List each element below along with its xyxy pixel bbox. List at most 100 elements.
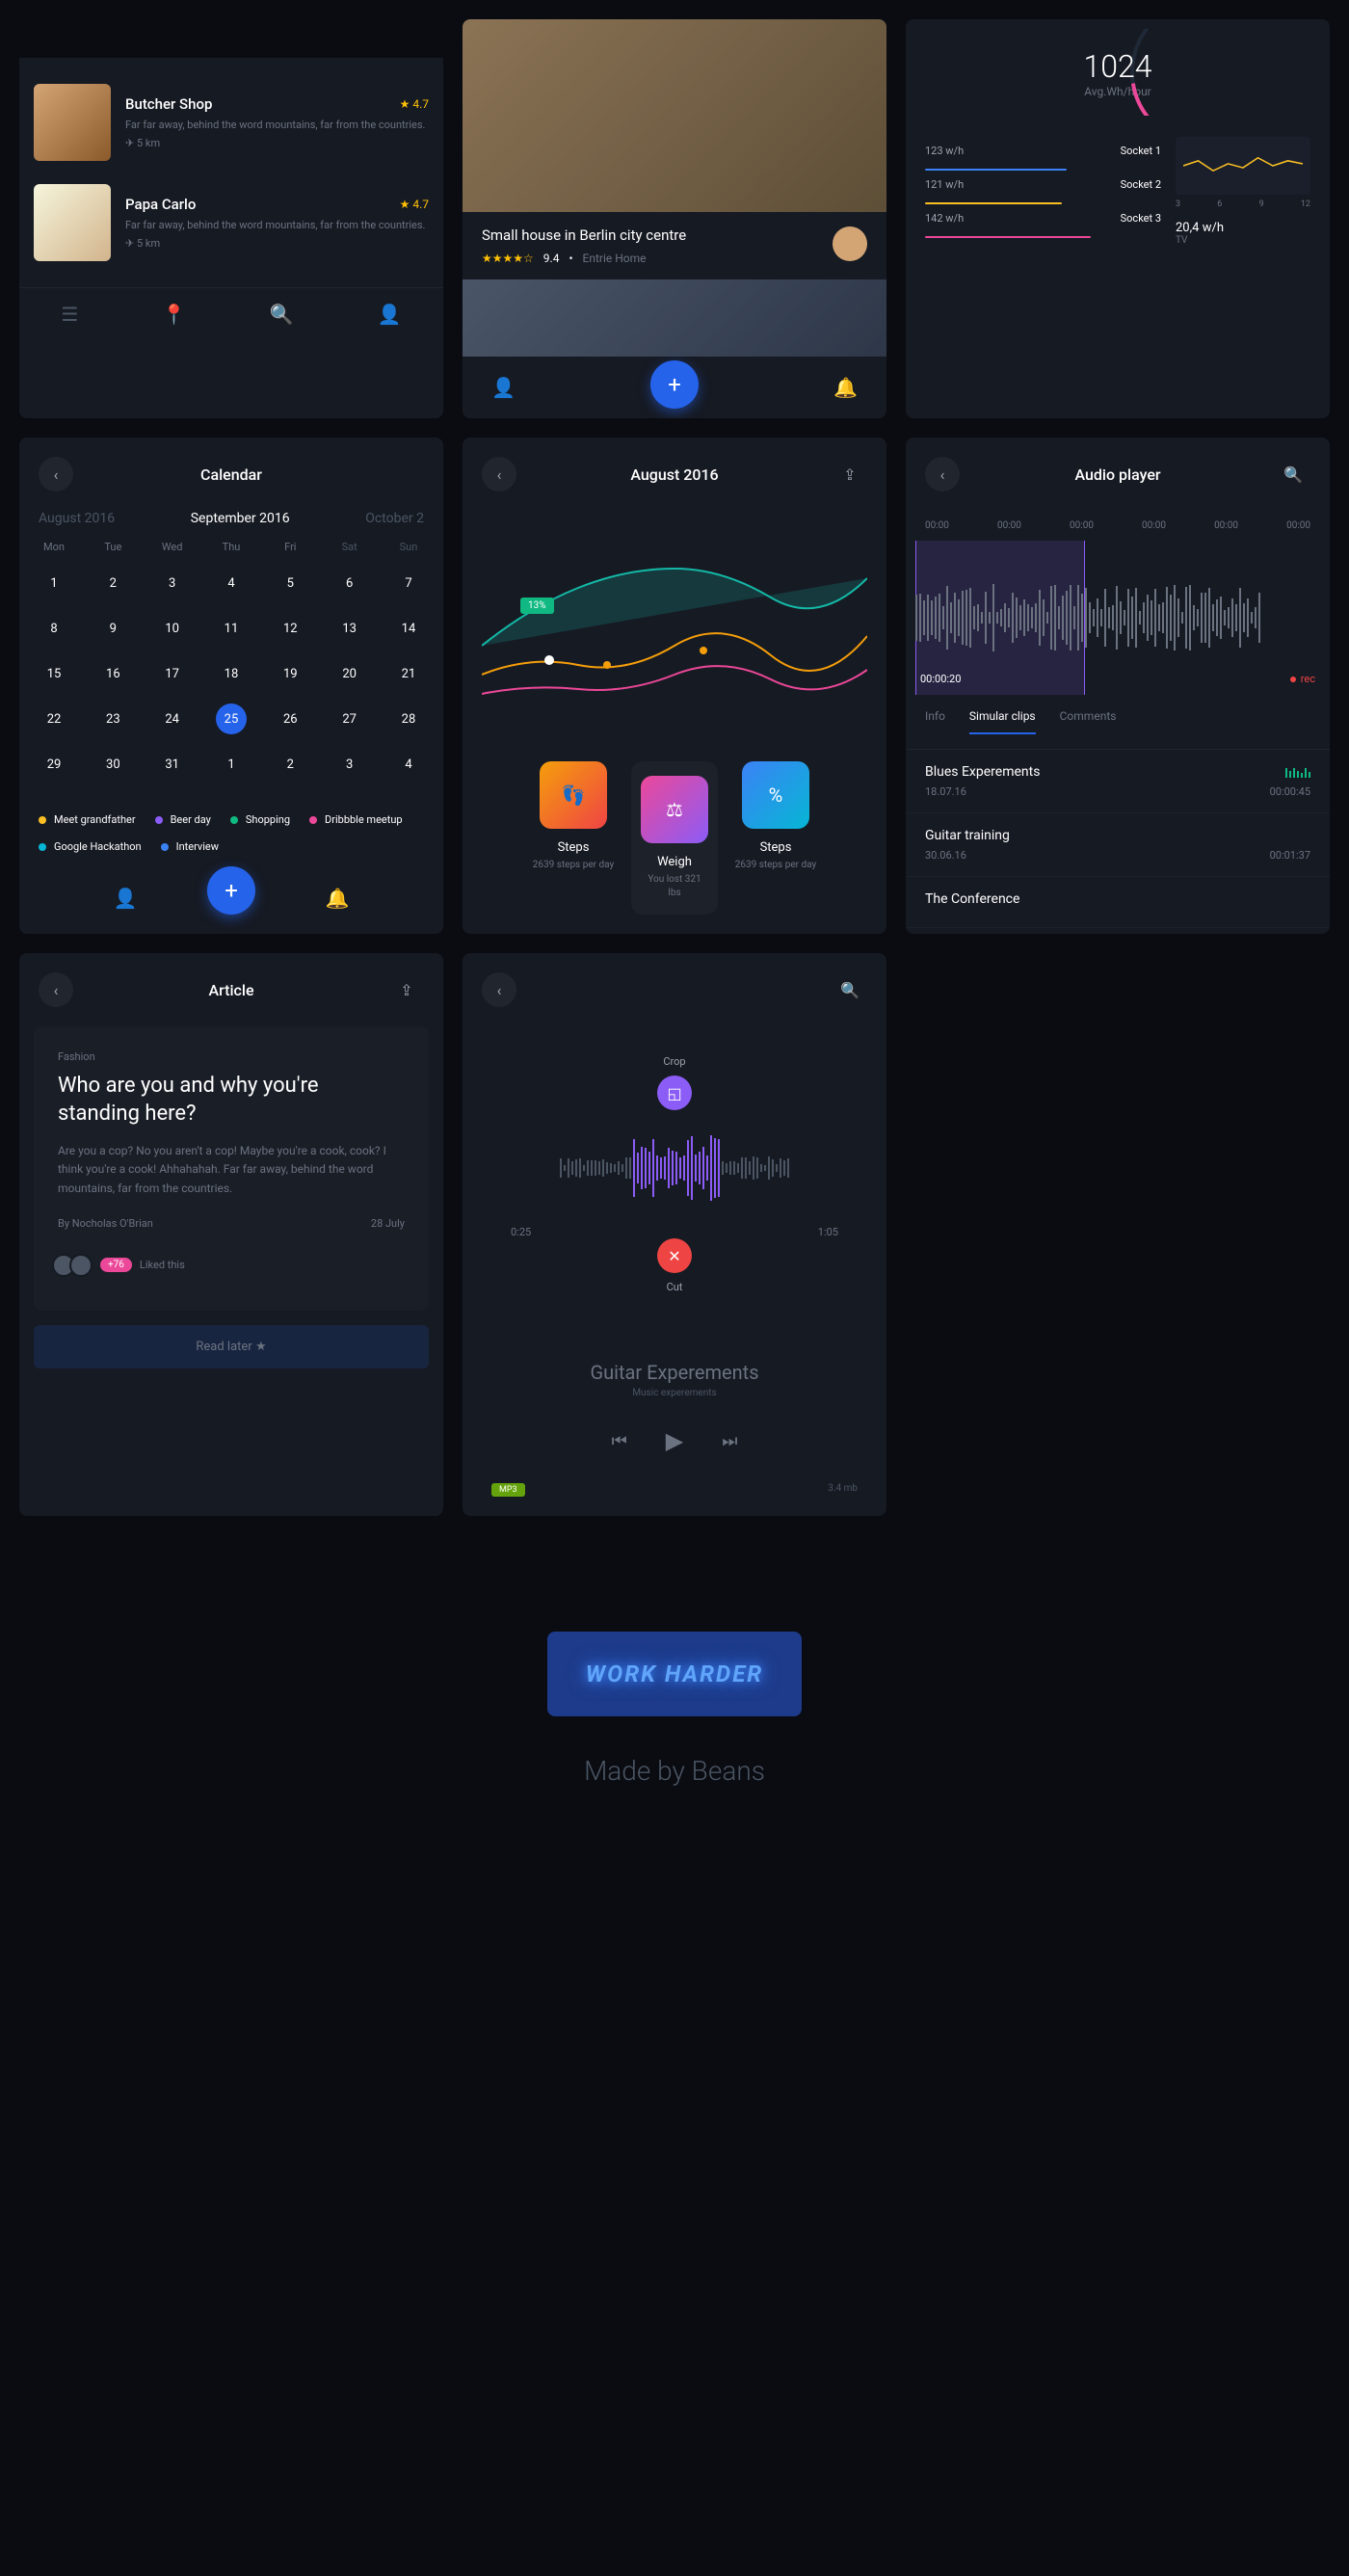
weigh-card[interactable]: ⚖ Weigh You lost 321 lbs bbox=[631, 761, 718, 915]
socket-row[interactable]: 121 w/hSocket 2 bbox=[925, 171, 1161, 204]
calendar-day[interactable]: 26 bbox=[275, 704, 305, 734]
search-icon[interactable]: 🔍 bbox=[833, 972, 867, 1007]
share-icon[interactable]: ⇪ bbox=[833, 457, 867, 491]
calendar-day[interactable]: 7 bbox=[393, 568, 424, 598]
calendar-day[interactable]: 6 bbox=[334, 568, 365, 598]
tab-info[interactable]: Info bbox=[925, 709, 945, 734]
calendar-day[interactable]: 22 bbox=[39, 704, 69, 734]
next-button[interactable]: ⏭ bbox=[722, 1431, 737, 1451]
bell-icon[interactable]: 🔔 bbox=[326, 887, 350, 910]
calendar-day[interactable]: 8 bbox=[39, 613, 69, 644]
bell-icon[interactable]: 🔔 bbox=[833, 376, 858, 399]
calendar-day[interactable]: 18 bbox=[216, 658, 247, 689]
like-avatars[interactable] bbox=[58, 1254, 93, 1277]
back-button[interactable]: ‹ bbox=[482, 457, 516, 491]
list-icon[interactable]: ☰ bbox=[61, 303, 78, 326]
month-prev[interactable]: August 2016 bbox=[39, 511, 115, 526]
play-button[interactable]: ▶ bbox=[666, 1427, 683, 1454]
steps-card[interactable]: % Steps 2639 steps per day bbox=[732, 761, 819, 915]
page-title: August 2016 bbox=[630, 465, 718, 484]
calendar-day[interactable]: 13 bbox=[334, 613, 365, 644]
start-time: 0:25 bbox=[511, 1226, 531, 1238]
calendar-day[interactable]: 12 bbox=[275, 613, 305, 644]
location-icon[interactable]: 📍 bbox=[162, 303, 186, 326]
steps-card[interactable]: 👣 Steps 2639 steps per day bbox=[530, 761, 617, 915]
search-icon[interactable]: 🔍 bbox=[270, 303, 294, 326]
back-button[interactable]: ‹ bbox=[39, 457, 73, 491]
back-button[interactable]: ‹ bbox=[39, 972, 73, 1007]
back-button[interactable]: ‹ bbox=[482, 972, 516, 1007]
calendar-day[interactable]: 30 bbox=[97, 749, 128, 780]
calendar-day[interactable]: 9 bbox=[97, 613, 128, 644]
legend-item[interactable]: Interview bbox=[161, 840, 219, 853]
calendar-day[interactable]: 4 bbox=[216, 568, 247, 598]
calendar-day[interactable]: 3 bbox=[334, 749, 365, 780]
cut-button[interactable]: ✕ bbox=[657, 1238, 692, 1273]
steps-icon: 👣 bbox=[540, 761, 607, 829]
calendar-day[interactable]: 17 bbox=[157, 658, 188, 689]
share-icon[interactable]: ⇪ bbox=[389, 972, 424, 1007]
editor-waveform[interactable] bbox=[482, 1125, 867, 1211]
legend-item[interactable]: Google Hackathon bbox=[39, 840, 142, 853]
add-button[interactable]: + bbox=[650, 360, 699, 409]
calendar-day[interactable]: 25 bbox=[216, 704, 247, 734]
restaurant-item[interactable]: Papa Carlo ★ 4.7 Far far away, behind th… bbox=[34, 173, 429, 273]
calendar-day[interactable]: 20 bbox=[334, 658, 365, 689]
profile-icon[interactable]: 👤 bbox=[378, 303, 402, 326]
month-next[interactable]: October 2 bbox=[365, 511, 424, 526]
socket-row[interactable]: 142 w/hSocket 3 bbox=[925, 204, 1161, 238]
calendar-day[interactable]: 24 bbox=[157, 704, 188, 734]
crop-button[interactable]: ◱ bbox=[657, 1076, 692, 1110]
socket-row[interactable]: 123 w/hSocket 1 bbox=[925, 137, 1161, 171]
restaurant-image bbox=[34, 84, 111, 161]
restaurants-card: Butcher Shop ★ 4.7 Far far away, behind … bbox=[19, 19, 443, 418]
calendar-day[interactable]: 15 bbox=[39, 658, 69, 689]
calendar-day[interactable]: 2 bbox=[97, 568, 128, 598]
calendar-day[interactable]: 28 bbox=[393, 704, 424, 734]
prev-button[interactable]: ⏮ bbox=[612, 1431, 627, 1451]
star-rating: ★★★★☆ bbox=[482, 252, 534, 265]
tab-comments[interactable]: Comments bbox=[1060, 709, 1117, 734]
calendar-day[interactable]: 23 bbox=[97, 704, 128, 734]
track-item[interactable]: Guitar training30.06.1600:01:37 bbox=[906, 813, 1330, 877]
legend-item[interactable]: Shopping bbox=[230, 813, 290, 826]
calendar-day[interactable]: 10 bbox=[157, 613, 188, 644]
waveform[interactable]: 00:00:20 rec bbox=[906, 541, 1330, 695]
calendar-day[interactable]: 2 bbox=[275, 749, 305, 780]
calendar-day[interactable]: 29 bbox=[39, 749, 69, 780]
house-type: Entrie Home bbox=[583, 252, 647, 265]
likes-count[interactable]: +76 bbox=[100, 1258, 132, 1272]
restaurant-item[interactable]: Butcher Shop ★ 4.7 Far far away, behind … bbox=[34, 72, 429, 173]
calendar-day[interactable]: 11 bbox=[216, 613, 247, 644]
host-avatar[interactable] bbox=[833, 226, 867, 261]
calendar-day[interactable]: 1 bbox=[39, 568, 69, 598]
search-icon[interactable]: 🔍 bbox=[1276, 457, 1310, 491]
calendar-day[interactable]: 3 bbox=[157, 568, 188, 598]
month-current[interactable]: September 2016 bbox=[191, 511, 290, 526]
track-item[interactable]: The Conference bbox=[906, 877, 1330, 928]
house-image[interactable] bbox=[463, 19, 886, 212]
calendar-day[interactable]: 4 bbox=[393, 749, 424, 780]
calendar-day[interactable]: 19 bbox=[275, 658, 305, 689]
calendar-day[interactable]: 14 bbox=[393, 613, 424, 644]
legend-item[interactable]: Beer day bbox=[155, 813, 211, 826]
read-later-button[interactable]: Read later ★ bbox=[34, 1325, 429, 1368]
tab-similar[interactable]: Simular clips bbox=[969, 709, 1036, 734]
weigh-icon: ⚖ bbox=[641, 776, 708, 843]
calendar-day[interactable]: 31 bbox=[157, 749, 188, 780]
profile-icon[interactable]: 👤 bbox=[114, 887, 138, 910]
back-button[interactable]: ‹ bbox=[925, 457, 960, 491]
play-time: 00:00:20 bbox=[920, 673, 961, 685]
calendar-day[interactable]: 27 bbox=[334, 704, 365, 734]
track-item[interactable]: Blues Experements18.07.1600:00:45 bbox=[906, 750, 1330, 813]
legend-item[interactable]: Dribbble meetup bbox=[309, 813, 403, 826]
legend-item[interactable]: Meet grandfather bbox=[39, 813, 136, 826]
profile-icon[interactable]: 👤 bbox=[491, 376, 516, 399]
article-title: Who are you and why you're standing here… bbox=[58, 1073, 405, 1128]
add-event-button[interactable]: + bbox=[207, 866, 255, 915]
calendar-day[interactable]: 1 bbox=[216, 749, 247, 780]
calendar-day[interactable]: 21 bbox=[393, 658, 424, 689]
house-image-2[interactable] bbox=[463, 279, 886, 357]
calendar-day[interactable]: 16 bbox=[97, 658, 128, 689]
calendar-day[interactable]: 5 bbox=[275, 568, 305, 598]
